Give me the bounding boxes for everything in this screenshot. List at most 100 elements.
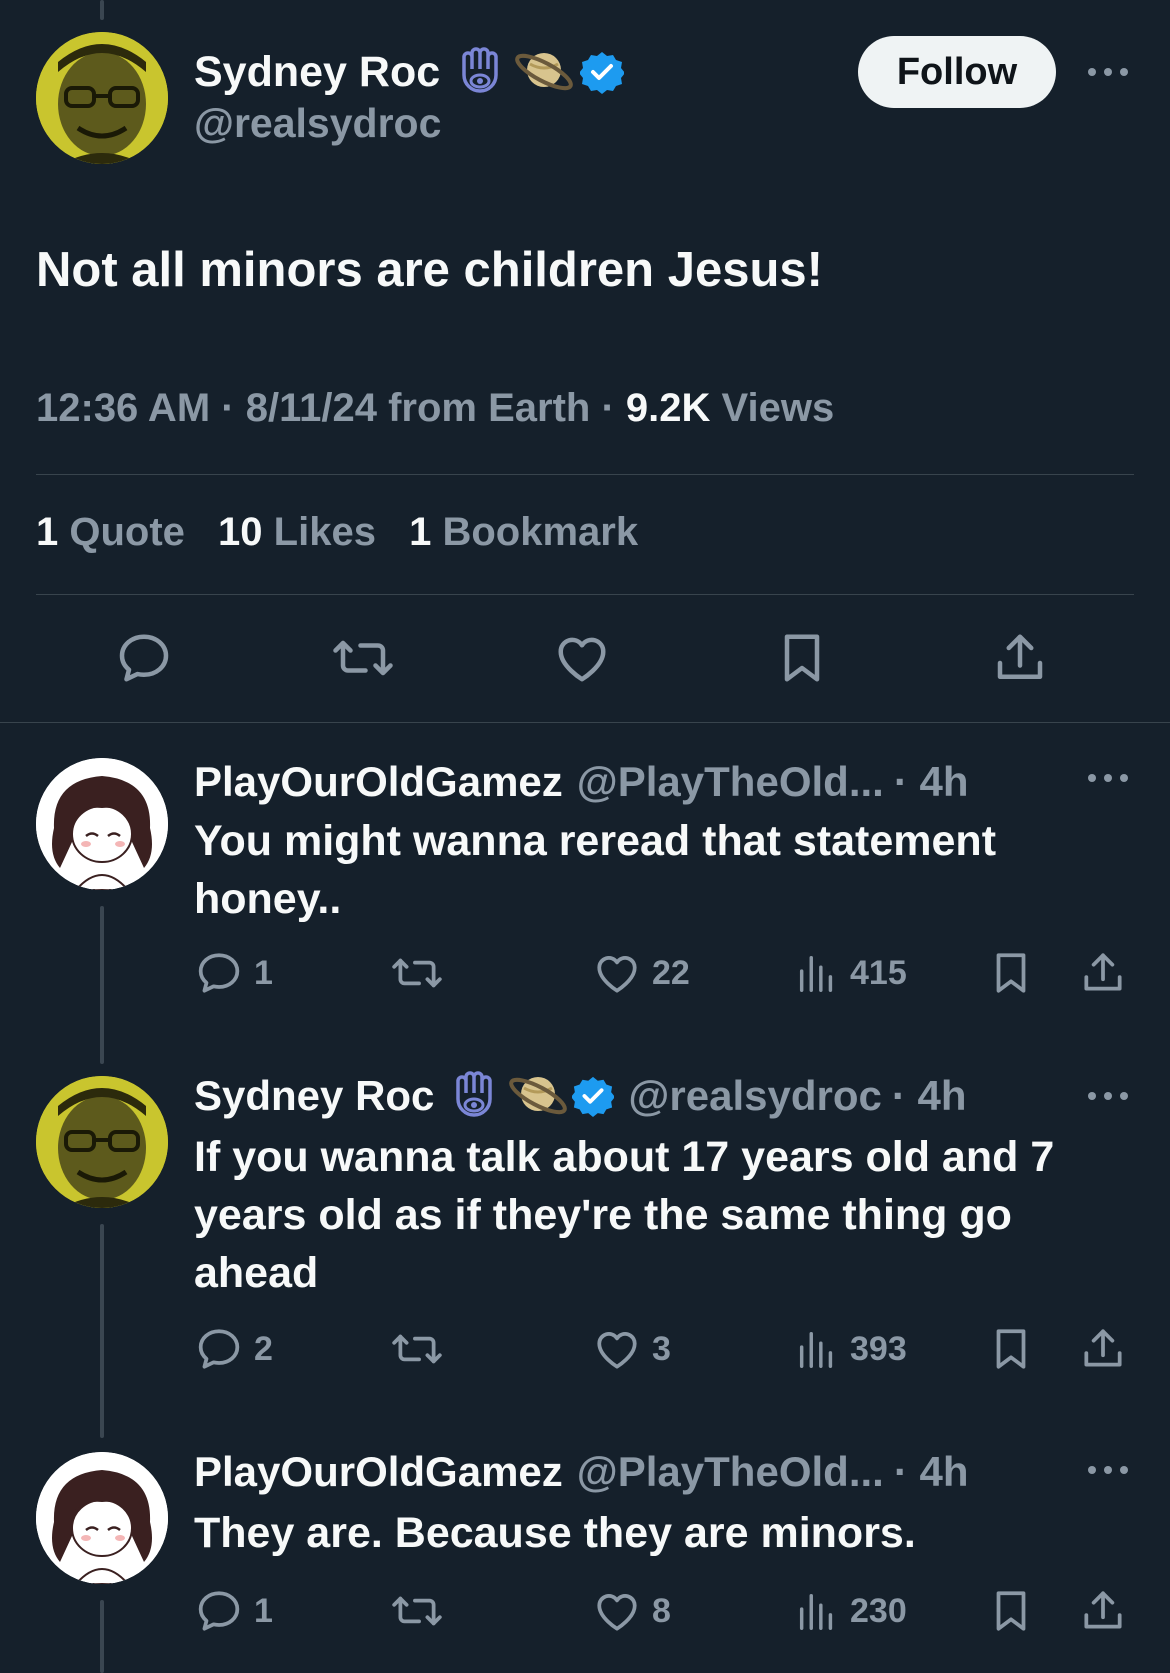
verified-badge-icon [572, 1075, 615, 1117]
retweet-button[interactable] [390, 1324, 444, 1374]
reply-text: You might wanna reread that statement ho… [194, 817, 997, 923]
views-icon [799, 955, 833, 992]
author-name[interactable]: Sydney Roc [194, 48, 440, 97]
avatar[interactable] [36, 32, 168, 164]
like-button[interactable]: 8 [592, 1586, 671, 1636]
reply-avatar[interactable] [36, 1076, 168, 1208]
likes-stat[interactable]: 10 Likes [218, 510, 376, 554]
bookmark-icon [996, 953, 1026, 993]
reply-author-name[interactable]: PlayOurOldGamez [194, 758, 563, 806]
reply-icon [119, 634, 169, 682]
thread-line [100, 1600, 104, 1673]
views-count: 230 [850, 1591, 907, 1630]
reply-author-handle[interactable]: @realsydroc [628, 1072, 881, 1120]
retweet-button[interactable] [330, 628, 396, 693]
meta-separator: · [221, 386, 235, 430]
reply-actions: 2 3 393 [194, 1324, 1134, 1384]
ringed-planet-icon [506, 1066, 570, 1126]
like-count: 3 [652, 1329, 671, 1368]
reply-actions: 1 8 230 [194, 1586, 1134, 1646]
bookmark-button[interactable] [772, 628, 832, 693]
more-icon[interactable] [1086, 1460, 1130, 1485]
tweet-time[interactable]: 12:36 AM [36, 386, 210, 430]
reply-button[interactable]: 2 [194, 1324, 273, 1374]
bookmark-icon [996, 1591, 1026, 1631]
tweet-text: Not all minors are children Jesus! [36, 243, 823, 297]
avatar-image [36, 1076, 168, 1208]
retweet-icon [392, 1334, 442, 1364]
share-button[interactable] [1078, 1324, 1128, 1374]
views-button[interactable]: 230 [794, 1586, 907, 1636]
views-count: 9.2K [625, 386, 711, 430]
reply-actions: 1 22 415 [194, 948, 1134, 1008]
share-icon [997, 634, 1043, 679]
share-button[interactable] [1078, 948, 1128, 998]
views-button[interactable]: 415 [794, 948, 907, 998]
retweet-icon [333, 640, 393, 676]
more-icon[interactable] [1086, 1086, 1130, 1111]
reply-author-handle[interactable]: @PlayTheOld... [577, 1448, 884, 1496]
reply-button[interactable] [114, 628, 174, 693]
reply-icon [198, 1329, 240, 1369]
reply-avatar[interactable] [36, 758, 168, 890]
hamsa-icon [448, 1069, 500, 1123]
bookmark-button[interactable] [986, 1586, 1036, 1636]
more-icon[interactable] [1086, 768, 1130, 793]
views-count: 393 [850, 1329, 907, 1368]
bookmark-button[interactable] [986, 1324, 1036, 1374]
follow-button[interactable]: Follow [858, 36, 1056, 108]
divider [0, 722, 1170, 723]
heart-icon [558, 637, 606, 682]
bookmark-button[interactable] [986, 948, 1036, 998]
retweet-button[interactable] [390, 948, 444, 998]
reply-icon [198, 1591, 240, 1631]
author-name-row: Sydney Roc [194, 42, 625, 102]
views-count: 415 [850, 953, 907, 992]
quote-stat[interactable]: 1 Quote [36, 510, 185, 554]
like-count: 8 [652, 1591, 671, 1630]
reply-icon [198, 953, 240, 993]
heart-icon [597, 1332, 637, 1369]
reply-avatar[interactable] [36, 1452, 168, 1584]
like-button[interactable] [552, 628, 612, 693]
heart-icon [597, 1594, 637, 1631]
views-icon [799, 1331, 833, 1368]
reply-button[interactable]: 1 [194, 948, 273, 998]
reply-author-name[interactable]: PlayOurOldGamez [194, 1448, 563, 1496]
reply-time[interactable]: · 4h [894, 758, 969, 806]
like-count: 22 [652, 953, 690, 992]
reply-time[interactable]: · 4h [892, 1072, 967, 1120]
reply-header: PlayOurOldGamez @PlayTheOld... · 4h [194, 752, 969, 812]
reply-time[interactable]: · 4h [894, 1448, 969, 1496]
reply-count: 2 [254, 1329, 273, 1368]
thread-line [100, 906, 104, 1064]
reply-author-handle[interactable]: @PlayTheOld... [577, 758, 884, 806]
thread-top-line [100, 0, 104, 20]
share-button[interactable] [1078, 1586, 1128, 1636]
bookmark-icon [996, 1329, 1026, 1369]
share-icon [1084, 1591, 1122, 1629]
author-handle[interactable]: @realsydroc [194, 100, 441, 147]
retweet-icon [392, 1596, 442, 1626]
reply-author-name[interactable]: Sydney Roc [194, 1072, 434, 1120]
bookmark-icon [784, 634, 820, 682]
verified-badge-icon [580, 50, 625, 94]
bookmark-stat[interactable]: 1 Bookmark [409, 510, 638, 554]
more-icon[interactable] [1086, 62, 1130, 87]
reply-header: PlayOurOldGamez @PlayTheOld... · 4h [194, 1442, 969, 1502]
share-button[interactable] [990, 628, 1050, 693]
reply-header: Sydney Roc @realsydroc · 4h [194, 1066, 967, 1126]
retweet-button[interactable] [390, 1586, 444, 1636]
views-label: Views [721, 386, 835, 430]
tweet-date-source: 8/11/24 from Earth [245, 386, 591, 430]
divider [36, 474, 1134, 475]
reply-count: 1 [254, 953, 273, 992]
views-icon [799, 1593, 833, 1630]
like-button[interactable]: 22 [592, 948, 690, 998]
reply-button[interactable]: 1 [194, 1586, 273, 1636]
heart-icon [597, 956, 637, 993]
like-button[interactable]: 3 [592, 1324, 671, 1374]
avatar-image [36, 1452, 168, 1584]
hamsa-icon [454, 45, 506, 99]
views-button[interactable]: 393 [794, 1324, 907, 1374]
